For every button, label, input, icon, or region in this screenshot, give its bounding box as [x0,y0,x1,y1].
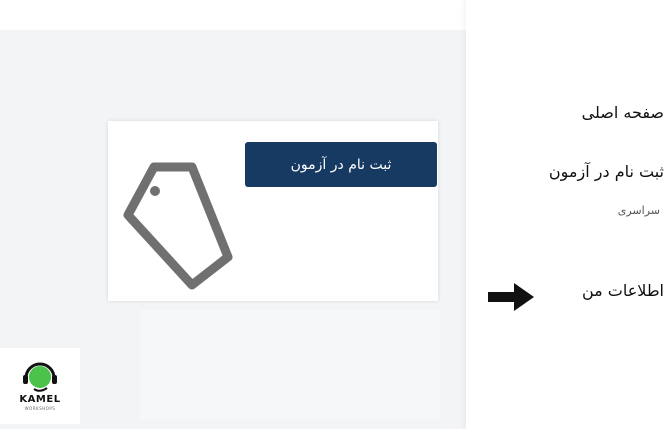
tag-icon [123,162,233,290]
content-panel [140,310,440,420]
exam-registration-card: ثبت نام در آزمون [108,121,438,301]
headset-icon [23,362,57,392]
sidebar: صفحه اصلی ثبت نام در آزمون سراسری اطلاعا… [466,0,666,429]
top-bar [0,0,466,30]
sidebar-item-exam-registration[interactable]: ثبت نام در آزمون [549,162,664,181]
logo-tagline: WORKSHOPS [24,406,56,411]
exam-registration-button[interactable]: ثبت نام در آزمون [245,142,437,187]
arrow-right-icon [488,283,534,311]
sidebar-subitem-nationwide[interactable]: سراسری [618,204,660,217]
sidebar-item-home[interactable]: صفحه اصلی [582,103,664,122]
logo-wordmark: KAMEL [19,394,61,405]
logo: KAMEL WORKSHOPS [0,348,80,424]
sidebar-item-my-info[interactable]: اطلاعات من [582,281,664,300]
